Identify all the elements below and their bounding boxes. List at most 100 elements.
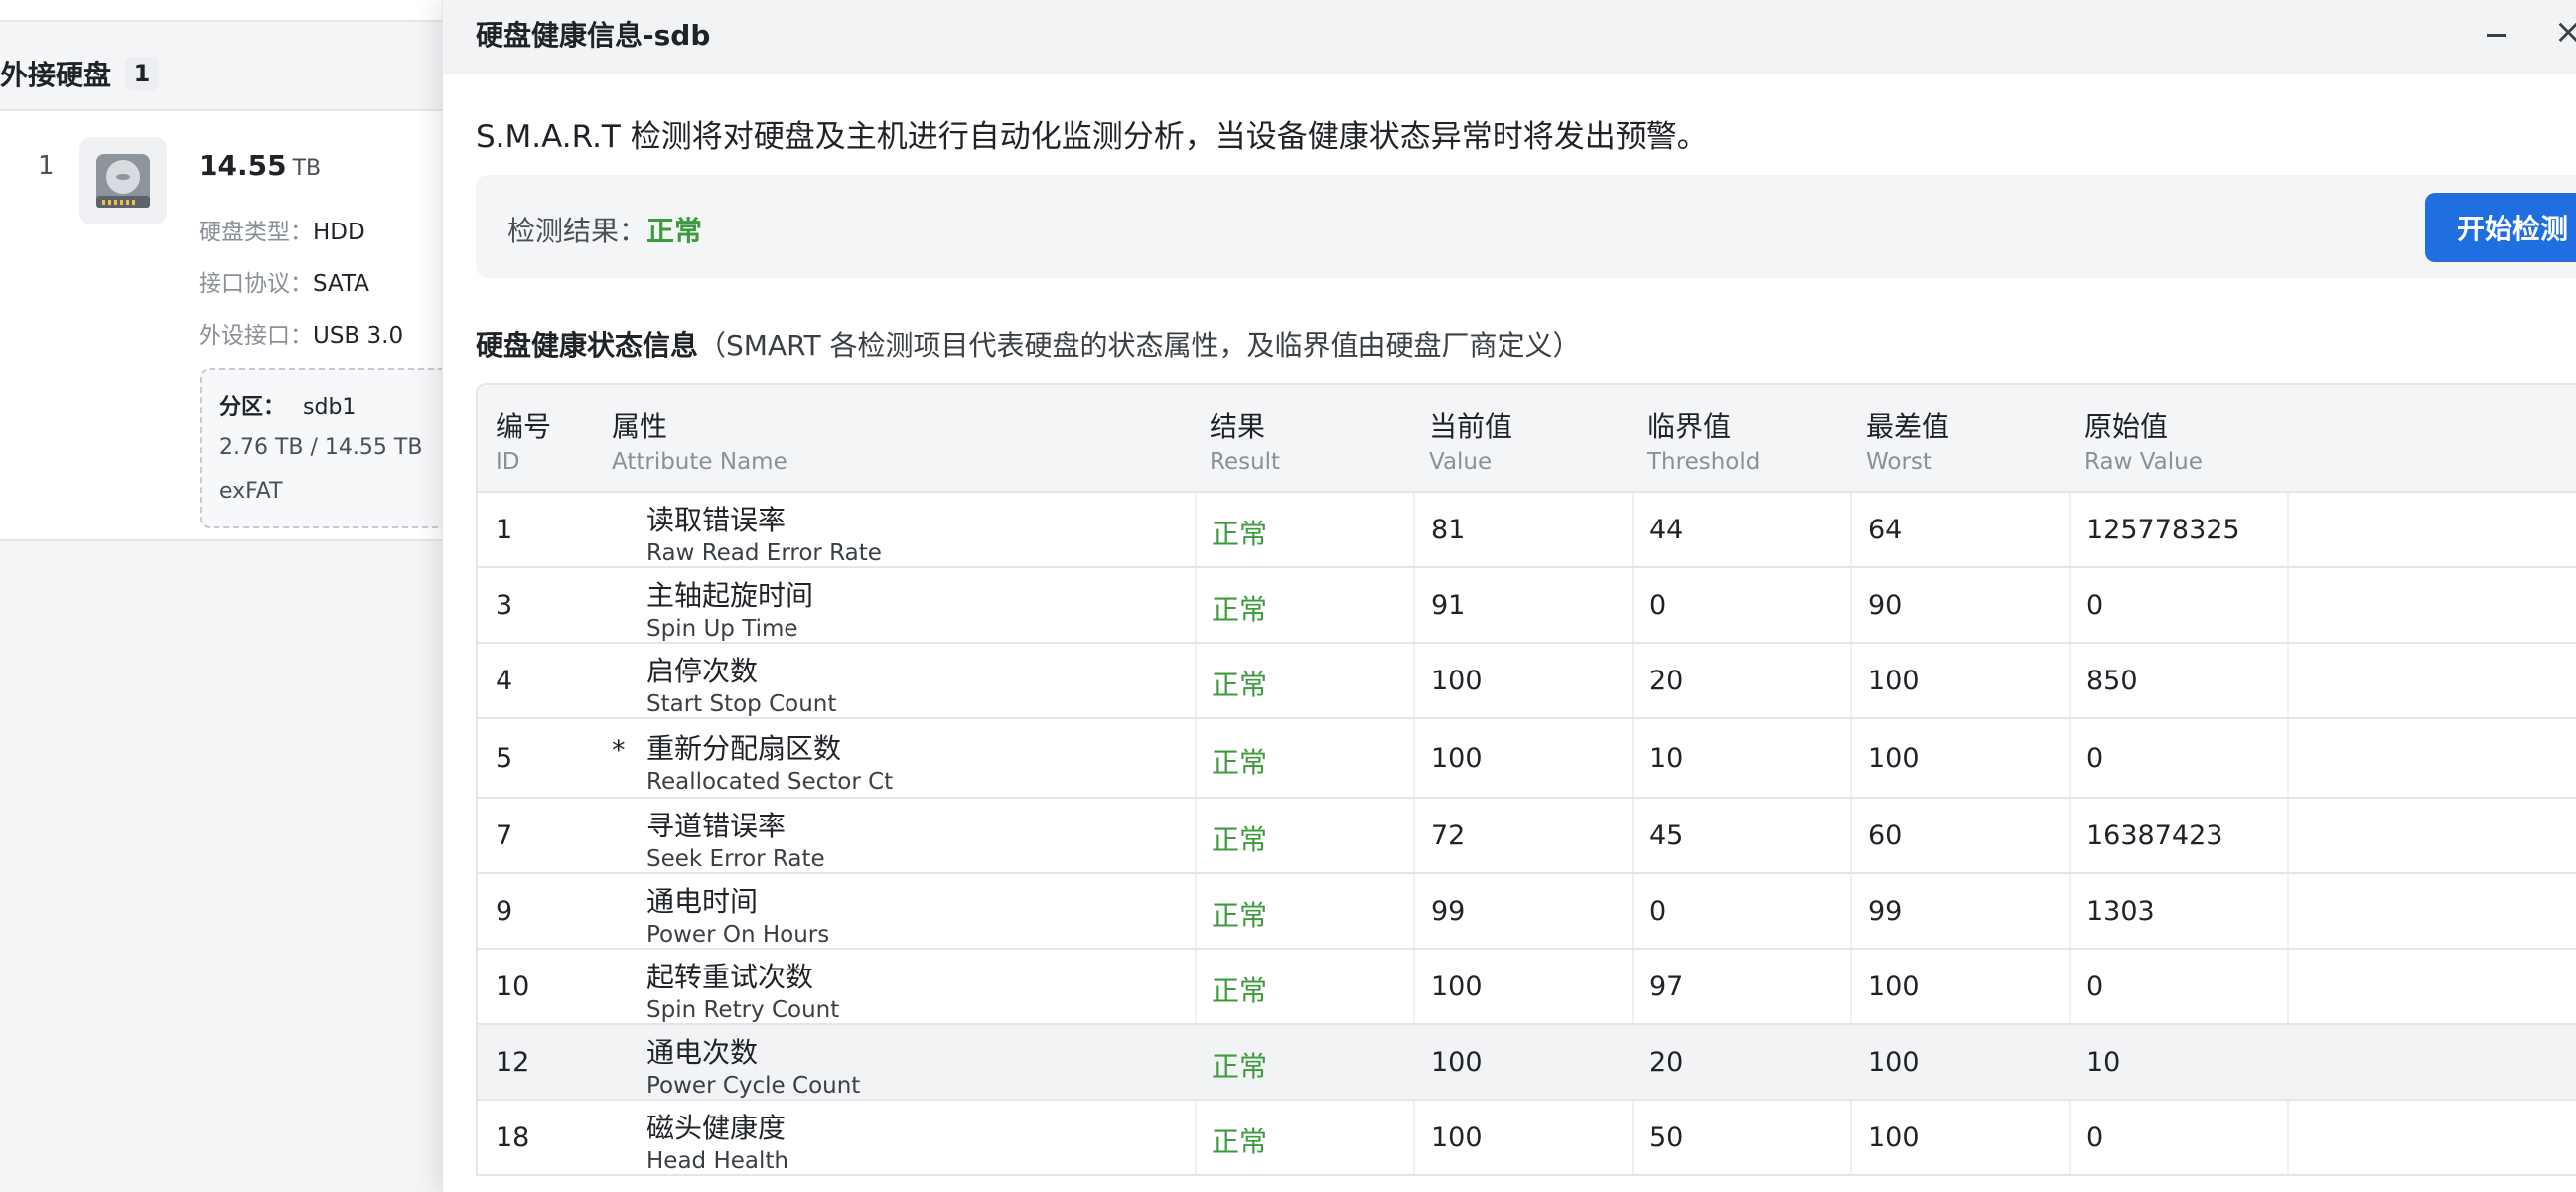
disk-size: 14.55 TB [199,149,321,182]
row-attribute-zh: 磁头健康度 [646,1112,787,1144]
row-worst: 100 [1868,1047,1920,1078]
disk-card[interactable]: 1 14.55 TB 硬盘类型：HDD 接口协议：SATA 外设接口：USB 3… [0,109,498,541]
health-table-title: 硬盘健康状态信息（SMART 各检测项目代表硬盘的状态属性，及临界值由硬盘厂商定… [476,324,1581,364]
dialog-title: 硬盘健康信息-sdb [476,19,711,52]
detection-result-label: 检测结果： [507,215,647,247]
table-header: 编号 ID 属性 Attribute Name 结果 Result 当前值 Va… [478,385,2576,493]
row-id: 4 [496,666,513,696]
column-worst: 最差值 Worst [1866,405,1949,475]
disk-size-value: 14.55 [199,149,287,182]
row-result: 正常 [1212,823,1268,856]
disk-protocol: 接口协议：SATA [199,264,369,298]
row-raw: 1303 [2086,896,2155,927]
row-attribute-en: Power On Hours [646,922,830,948]
disk-port-key: 外设接口： [199,323,313,349]
row-raw: 10 [2086,1047,2121,1078]
table-row[interactable]: 4 启停次数 Start Stop Count 正常 100 20 100 85… [478,644,2576,719]
start-detection-button[interactable]: 开始检测 [2425,193,2576,262]
partition-usage: 2.76 TB / 14.55 TB [219,435,423,460]
row-value: 100 [1431,666,1483,696]
row-raw: 16387423 [2086,820,2223,851]
row-threshold: 44 [1649,515,1684,545]
background-panel: 外接硬盘 1 1 14.55 TB 硬盘类型：HDD 接口协议：SATA 外设接… [0,0,498,1179]
column-id-zh: 编号 [496,410,552,443]
row-attribute-zh: 通电次数 [646,1036,759,1069]
row-threshold: 97 [1649,971,1684,1002]
disk-type-key: 硬盘类型： [199,220,313,245]
row-attribute: 读取错误率 Raw Read Error Rate [646,499,882,566]
row-id: 18 [496,1122,530,1153]
row-threshold: 20 [1649,666,1684,696]
table-row[interactable]: 7 寻道错误率 Seek Error Rate 正常 72 45 60 1638… [478,799,2576,874]
disk-port: 外设接口：USB 3.0 [199,316,403,350]
row-value: 72 [1431,820,1466,851]
disk-type-value: HDD [313,220,365,245]
partition-label: 分区： [219,395,286,420]
row-raw: 125778325 [2086,515,2240,545]
column-threshold-zh: 临界值 [1647,410,1732,443]
row-id: 1 [496,515,513,545]
table-row[interactable]: 12 通电次数 Power Cycle Count 正常 100 20 100 … [478,1025,2576,1101]
table-row[interactable]: 1 读取错误率 Raw Read Error Rate 正常 81 44 64 … [478,493,2576,568]
disk-size-unit: TB [292,156,322,181]
row-attribute-en: Power Cycle Count [646,1073,861,1099]
column-id-en: ID [496,449,520,475]
row-attribute-en: Start Stop Count [646,691,837,717]
column-value: 当前值 Value [1429,405,1512,475]
column-threshold-en: Threshold [1647,449,1761,475]
detection-result-value: 正常 [646,215,703,247]
column-threshold: 临界值 Threshold [1647,405,1760,475]
column-value-en: Value [1429,449,1493,475]
row-worst: 100 [1868,1122,1920,1153]
row-worst: 100 [1868,743,1920,774]
row-value: 91 [1431,590,1466,621]
row-worst: 99 [1868,896,1903,927]
row-id: 3 [496,590,513,621]
disk-count-badge: 1 [125,57,160,90]
table-row[interactable]: 5 * 重新分配扇区数 Reallocated Sector Ct 正常 100… [478,719,2576,799]
row-result: 正常 [1212,1050,1268,1083]
row-raw: 0 [2086,743,2104,774]
column-worst-zh: 最差值 [1866,410,1950,443]
row-attribute-en: Seek Error Rate [646,846,825,872]
column-attribute-zh: 属性 [612,410,668,443]
row-result: 正常 [1212,669,1268,701]
close-icon[interactable]: × [2554,12,2576,52]
row-attribute: 通电次数 Power Cycle Count [646,1031,860,1099]
hard-disk-icon [79,137,167,224]
row-id: 5 [496,743,513,774]
table-row[interactable]: 3 主轴起旋时间 Spin Up Time 正常 91 0 90 0 [478,568,2576,644]
column-result-zh: 结果 [1210,410,1266,443]
table-row[interactable]: 18 磁头健康度 Head Health 正常 100 50 100 0 [478,1101,2576,1176]
table-row[interactable]: 9 通电时间 Power On Hours 正常 99 0 99 1303 [478,874,2576,950]
partition-name: sdb1 [303,395,357,420]
minimize-icon[interactable] [2480,18,2513,52]
top-card [0,0,457,22]
row-raw: 850 [2086,666,2138,696]
row-worst: 90 [1868,590,1903,621]
column-value-zh: 当前值 [1429,410,1513,443]
health-table-note: （SMART 各检测项目代表硬盘的状态属性，及临界值由硬盘厂商定义） [698,329,1581,362]
detection-result-bar: 检测结果：正常 开始检测 [476,175,2576,278]
row-attribute-en: Reallocated Sector Ct [646,769,894,795]
row-attribute: 通电时间 Power On Hours [646,880,829,948]
dialog-header: 硬盘健康信息-sdb × [443,0,2576,74]
row-result: 正常 [1212,593,1268,626]
column-raw-en: Raw Value [2084,449,2203,475]
row-threshold: 10 [1649,743,1684,774]
table-row[interactable]: 10 起转重试次数 Spin Retry Count 正常 100 97 100… [478,950,2576,1025]
row-worst: 64 [1868,515,1903,545]
disk-type: 硬盘类型：HDD [199,213,365,246]
partition-filesystem: exFAT [219,479,283,504]
row-value: 100 [1431,971,1483,1002]
row-id: 7 [496,820,513,851]
row-attribute: 主轴起旋时间 Spin Up Time [646,574,813,642]
disk-index: 1 [38,151,55,181]
smart-attributes-table: 编号 ID 属性 Attribute Name 结果 Result 当前值 Va… [476,383,2576,1176]
row-star: * [612,735,626,766]
row-id: 12 [496,1047,530,1078]
row-attribute-en: Head Health [646,1148,788,1174]
row-attribute-zh: 重新分配扇区数 [646,732,842,765]
external-disks-section-title: 外接硬盘 1 [0,54,160,93]
row-attribute: 起转重试次数 Spin Retry Count [646,956,839,1023]
